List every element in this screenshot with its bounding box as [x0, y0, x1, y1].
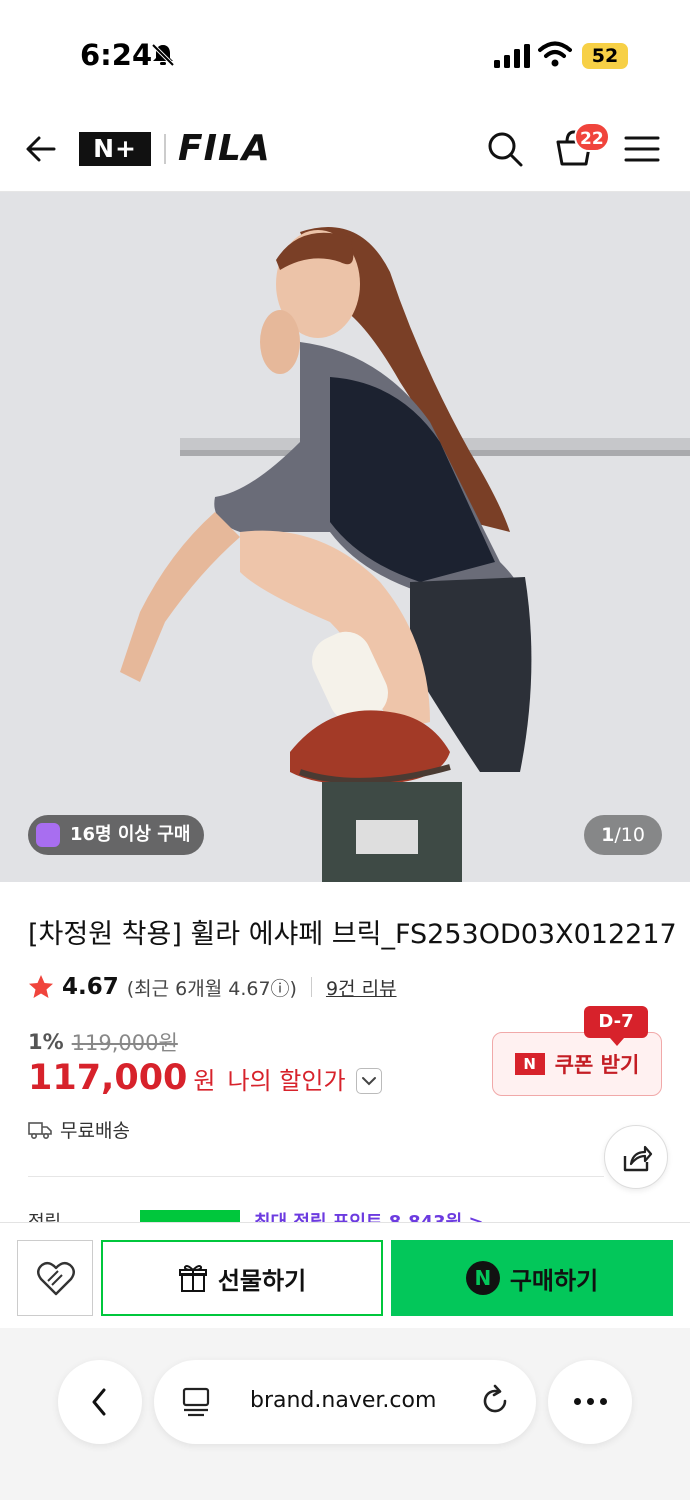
buyers-badge: 16명 이상 구매	[28, 815, 205, 855]
header-divider	[164, 134, 166, 164]
dot-icon	[600, 1398, 607, 1405]
dot-icon	[574, 1398, 581, 1405]
coupon-button[interactable]: N 쿠폰 받기	[492, 1032, 662, 1096]
star-icon	[29, 975, 53, 998]
naver-n-icon: N	[514, 1053, 545, 1075]
shopping-bag-icon	[36, 823, 60, 847]
reader-mode-icon[interactable]	[180, 1386, 212, 1418]
bell-slash-icon	[151, 43, 175, 67]
search-icon[interactable]	[486, 130, 524, 168]
buy-label: 구매하기	[509, 1266, 599, 1295]
discount-row: 1% 119,000원	[28, 1027, 178, 1057]
chevron-left-icon	[92, 1388, 106, 1416]
heart-icon	[37, 1261, 75, 1296]
gift-icon	[178, 1265, 207, 1292]
rating-divider	[310, 977, 312, 997]
rating-score: 4.67	[62, 974, 119, 1000]
status-time: 6:24	[80, 38, 153, 72]
dot-icon	[587, 1398, 594, 1405]
coupon-label: 쿠폰 받기	[554, 1053, 640, 1077]
pager-total: /10	[614, 824, 645, 846]
app-header: N+ FILA 22	[0, 100, 690, 192]
hamburger-menu-icon[interactable]	[624, 134, 660, 164]
cart-count-badge: 22	[574, 122, 610, 152]
currency-label: 원	[193, 1067, 216, 1095]
browser-back-button[interactable]	[58, 1360, 142, 1444]
reload-icon[interactable]	[478, 1384, 512, 1418]
gift-button[interactable]: 선물하기	[101, 1240, 383, 1316]
url-text[interactable]: brand.naver.com	[250, 1388, 436, 1413]
shipping-label: 무료배송	[60, 1120, 130, 1142]
back-arrow-icon[interactable]	[24, 132, 58, 166]
buyers-badge-label: 16명 이상 구매	[70, 824, 191, 845]
brand-logo[interactable]: FILA	[178, 128, 271, 169]
image-pager: 1/10	[584, 815, 662, 855]
points-row[interactable]: 적립 최대 적립 포인트 8,843원 >	[28, 1204, 668, 1224]
product-photo	[0, 192, 690, 882]
share-icon	[623, 1145, 653, 1172]
original-price: 119,000원	[71, 1031, 178, 1055]
review-link[interactable]: 9건 리뷰	[326, 974, 397, 1001]
address-bar[interactable]: brand.naver.com	[154, 1360, 536, 1444]
my-price-label: 나의 할인가	[227, 1067, 346, 1095]
dday-badge: D-7	[584, 1006, 648, 1046]
purchase-action-bar: 선물하기 N 구매하기	[0, 1222, 690, 1328]
battery-indicator: 52	[582, 43, 628, 69]
shipping-info: 무료배송	[28, 1116, 130, 1143]
rating-row: 4.67 (최근 6개월 4.67ⓘ) 9건 리뷰	[28, 970, 397, 1004]
price-row: 117,000 원 나의 할인가	[28, 1058, 382, 1098]
recent-rating[interactable]: (최근 6개월 4.67ⓘ)	[127, 974, 297, 1001]
pager-current: 1	[601, 824, 615, 846]
wishlist-button[interactable]	[17, 1240, 93, 1316]
gift-label: 선물하기	[217, 1266, 307, 1295]
product-title: [차정원 착용] 휠라 에샤페 브릭_FS253OD03X012217	[28, 919, 677, 950]
product-image-carousel[interactable]: 16명 이상 구매 1/10	[0, 192, 690, 882]
wifi-icon	[538, 41, 572, 67]
buy-button[interactable]: N 구매하기	[391, 1240, 673, 1316]
chevron-down-icon[interactable]	[355, 1068, 382, 1094]
browser-toolbar: brand.naver.com	[0, 1328, 690, 1500]
section-divider	[28, 1176, 604, 1177]
more-options-button[interactable]	[548, 1360, 632, 1444]
discount-rate: 1%	[28, 1030, 64, 1054]
signal-icon	[494, 44, 530, 68]
status-bar: 6:24 52	[0, 0, 690, 100]
share-button[interactable]	[604, 1125, 668, 1189]
naver-pay-icon: N	[465, 1261, 500, 1295]
nplus-logo[interactable]: N+	[79, 132, 151, 166]
sale-price: 117,000	[28, 1058, 188, 1098]
truck-icon	[28, 1121, 52, 1139]
